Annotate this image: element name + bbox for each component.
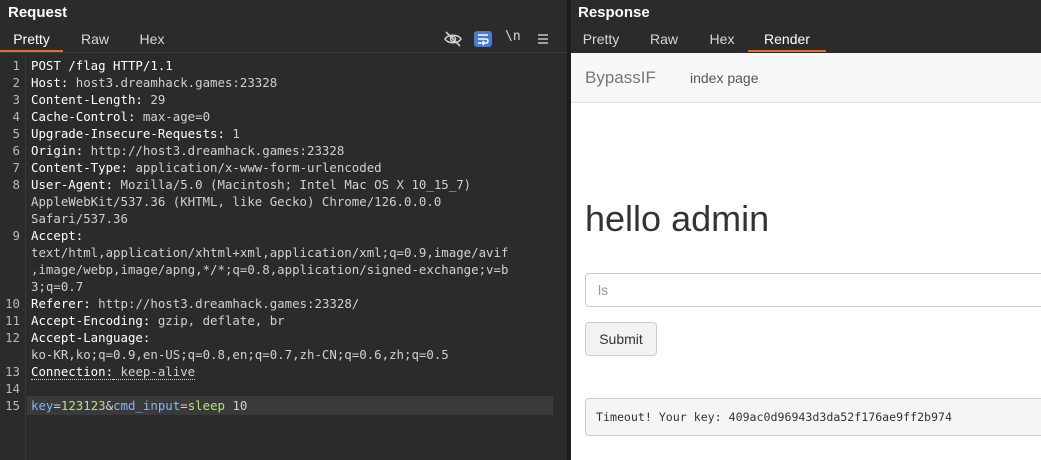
line-number: 10 [5, 296, 20, 311]
code-line: Origin: http://host3.dreamhack.games:233… [31, 142, 556, 159]
code-line-continuation: ,image/webp,image/apng,*/*;q=0.8,applica… [31, 262, 509, 277]
result-output: Timeout! Your key: 409ac0d96943d3da52f17… [585, 398, 1041, 436]
word-wrap-icon[interactable] [473, 30, 493, 48]
line-number: 15 [5, 398, 20, 413]
code-line-continuation: AppleWebKit/537.36 (KHTML, like Gecko) C… [31, 194, 442, 209]
code-line: Referer: http://host3.dreamhack.games:23… [31, 295, 556, 312]
eye-slash-icon[interactable] [443, 30, 463, 48]
code-line-continuation: 3;q=0.7 [31, 279, 84, 294]
tab-response-pretty[interactable]: Pretty [571, 27, 631, 52]
body-token: 10 [225, 398, 248, 413]
request-pane-title: Request [8, 4, 68, 21]
header-name: User-Agent: [31, 177, 114, 192]
code-line: Content-Length: 29 [31, 91, 556, 108]
submit-button[interactable]: Submit [585, 322, 657, 356]
code-line: Upgrade-Insecure-Requests: 1 [31, 125, 556, 142]
tab-response-render[interactable]: Render [748, 27, 826, 52]
header-name: Origin: [31, 143, 84, 158]
line-number: 9 [12, 228, 20, 243]
header-name: Upgrade-Insecure-Requests: [31, 126, 225, 141]
header-value: gzip, deflate, br [150, 313, 285, 328]
header-value: application/x-www-form-urlencoded [127, 160, 382, 175]
header-name: Accept: [31, 228, 84, 243]
body-token: cmd_input [113, 398, 181, 413]
header-value: 1 [224, 126, 240, 141]
tab-response-raw[interactable]: Raw [631, 27, 697, 52]
body-token: key [31, 398, 54, 413]
code-line-continuation: Safari/537.36 [31, 211, 128, 226]
header-value: keep-alive [113, 364, 196, 380]
line-number-gutter: 1 2 3 4 5 6 7 8 9 10 11 12 13 14 15 [0, 54, 26, 460]
response-tab-bar: Pretty Raw Hex Render [571, 27, 1041, 53]
line-number: 6 [12, 143, 20, 158]
response-pane-title: Response [578, 4, 650, 21]
line-number: 7 [12, 160, 20, 175]
header-name: Referer: [31, 296, 91, 311]
header-value: http://host3.dreamhack.games:23328 [83, 143, 345, 158]
line-number: 5 [12, 126, 20, 141]
request-tab-bar: Pretty Raw Hex \n [0, 27, 567, 53]
cmd-input-field[interactable] [585, 273, 1041, 307]
code-line: Host: host3.dreamhack.games:23328 [31, 74, 556, 91]
header-name: Accept-Encoding: [31, 313, 151, 328]
code-line: Accept-Encoding: gzip, deflate, br [31, 312, 556, 329]
body-token: = [53, 398, 61, 413]
request-pane: Request Pretty Raw Hex \n 1 2 3 4 5 6 7 … [0, 0, 567, 460]
response-pane: Response Pretty Raw Hex Render BypassIF … [571, 0, 1041, 460]
tab-request-pretty[interactable]: Pretty [0, 27, 63, 52]
code-line-continuation: ko-KR,ko;q=0.9,en-US;q=0.8,en;q=0.7,zh-C… [31, 347, 449, 362]
code-line: Content-Type: application/x-www-form-url… [31, 159, 556, 176]
request-line: POST /flag HTTP/1.1 [31, 58, 173, 73]
code-line: Accept: [31, 227, 556, 244]
header-name: Accept-Language: [31, 330, 151, 345]
code-line: Cache-Control: max-age=0 [31, 108, 556, 125]
rendered-page: BypassIF index page hello admin Submit T… [571, 53, 1041, 460]
line-number: 13 [5, 364, 20, 379]
header-name: Content-Length: [31, 92, 143, 107]
line-number: 3 [12, 92, 20, 107]
tab-response-hex[interactable]: Hex [697, 27, 747, 52]
body-token: 123123 [60, 398, 106, 413]
line-number: 14 [5, 381, 20, 396]
body-token: sleep [187, 398, 226, 413]
line-number: 8 [12, 177, 20, 192]
code-line-continuation: text/html,application/xhtml+xml,applicat… [31, 245, 509, 260]
code-line: POST /flag HTTP/1.1 [31, 57, 556, 74]
hamburger-menu-icon[interactable] [535, 30, 555, 48]
body-token: = [180, 398, 188, 413]
tab-request-hex[interactable]: Hex [127, 27, 177, 52]
header-name: Host: [31, 75, 69, 90]
line-number: 11 [5, 313, 20, 328]
navbar: BypassIF index page [571, 53, 1041, 103]
line-number: 4 [12, 109, 20, 124]
code-line: User-Agent: Mozilla/5.0 (Macintosh; Inte… [31, 176, 556, 193]
page-heading: hello admin [585, 198, 770, 239]
newline-toggle-icon[interactable]: \n [505, 28, 525, 46]
header-value: Mozilla/5.0 (Macintosh; Intel Mac OS X 1… [113, 177, 472, 192]
header-value: host3.dreamhack.games:23328 [68, 75, 278, 90]
nav-link-index[interactable]: index page [690, 70, 759, 86]
header-value: max-age=0 [135, 109, 211, 124]
header-value: http://host3.dreamhack.games:23328/ [90, 296, 360, 311]
code-line: Accept-Language: [31, 329, 556, 346]
tab-request-raw[interactable]: Raw [63, 27, 127, 52]
line-number: 1 [12, 58, 20, 73]
header-value: 29 [142, 92, 166, 107]
code-line: Connection: keep-alive [31, 363, 556, 380]
header-name: Cache-Control: [31, 109, 136, 124]
line-number: 12 [5, 330, 20, 345]
header-name: Connection: [31, 364, 114, 380]
navbar-brand[interactable]: BypassIF [585, 68, 656, 88]
request-editor[interactable]: 1 2 3 4 5 6 7 8 9 10 11 12 13 14 15 POST /flag HTTP/1.… [0, 54, 567, 460]
code-line: key=123123&cmd_input=sleep 10 [31, 397, 556, 414]
line-number: 2 [12, 75, 20, 90]
header-name: Content-Type: [31, 160, 128, 175]
body-token: & [105, 398, 114, 413]
